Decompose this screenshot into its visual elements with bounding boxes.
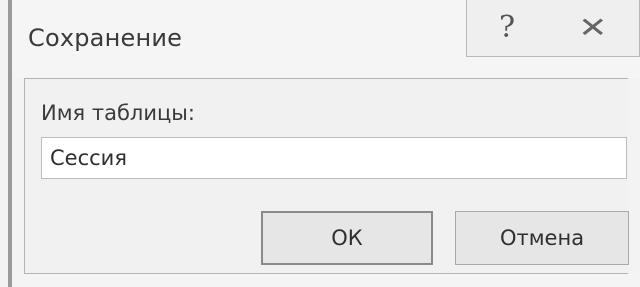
dialog-title: Сохранение [28, 24, 183, 52]
ok-button[interactable]: ОК [261, 211, 433, 265]
close-button[interactable]: ✕ [547, 0, 640, 57]
cancel-button[interactable]: Отмена [455, 211, 629, 265]
question-mark-icon: ? [498, 10, 516, 45]
close-x-icon: ✕ [578, 11, 608, 44]
table-name-input[interactable] [41, 137, 627, 179]
table-name-label: Имя таблицы: [41, 101, 195, 125]
save-dialog: Сохранение ? ✕ Имя таблицы: ОК Отмена [0, 0, 640, 287]
dialog-content: Имя таблицы: ОК Отмена [24, 78, 629, 274]
dialog-bottom-edge [12, 274, 640, 287]
dialog-title-bar[interactable]: Сохранение ? ✕ [12, 0, 640, 78]
help-button[interactable]: ? [466, 0, 548, 57]
